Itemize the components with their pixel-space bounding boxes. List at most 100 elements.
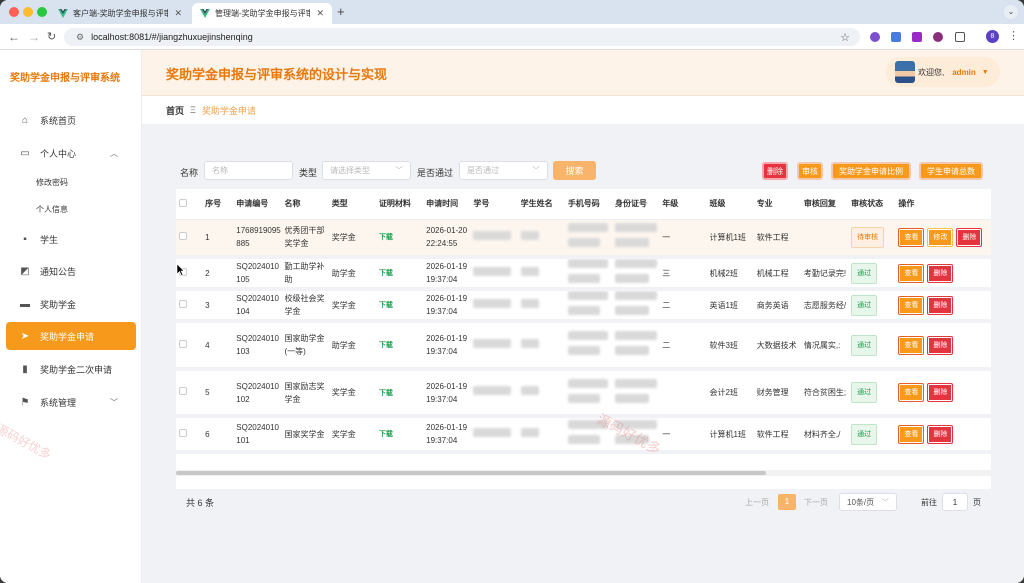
tab-search-icon[interactable]: ⌄	[1004, 5, 1018, 19]
browser-tab-admin[interactable]: 管理端-奖助学金申报与评审系统 ✕	[192, 3, 332, 24]
extensions-puzzle-icon[interactable]	[955, 32, 965, 42]
download-link[interactable]: 下载	[379, 342, 393, 349]
goto-page-input[interactable]: 1	[942, 493, 968, 511]
sidebar-item-notices[interactable]: ◩ 通知公告	[6, 257, 136, 285]
sidebar-item-students[interactable]: ▪ 学生	[6, 225, 136, 253]
welcome-text: 欢迎您,	[918, 67, 945, 77]
browser-tab-client[interactable]: 客户端-奖助学金申报与评审系统 ✕	[50, 3, 190, 24]
view-button[interactable]: 查看	[898, 263, 925, 283]
download-link[interactable]: 下载	[379, 302, 393, 309]
download-link[interactable]: 下载	[379, 234, 393, 241]
bulk-delete-button[interactable]: 删除	[762, 162, 788, 180]
cell-status: 通过	[848, 257, 896, 291]
sidebar-item-label: 学生	[40, 234, 59, 245]
pass-select[interactable]: 是否通过 ﹀	[459, 161, 548, 180]
profile-avatar[interactable]: 8	[986, 30, 999, 43]
reload-icon[interactable]: ↻	[47, 30, 56, 44]
column-header: 操作	[895, 189, 991, 220]
sidebar-item-scholarship-application[interactable]: ➤ 奖助学金申请	[6, 322, 136, 350]
cell-app-no: SQ2024010104	[233, 289, 282, 323]
delete-button[interactable]: 删除	[927, 424, 954, 444]
table-row[interactable]: 2 SQ2024010105 勤工助学补助 助学金 下载 2026-01-19 19:37…	[176, 257, 991, 291]
view-button[interactable]: 查看	[898, 295, 925, 315]
sidebar-item-system-management[interactable]: ⚑ 系统管理 ﹀	[6, 388, 136, 416]
pass-filter-label: 是否通过	[417, 168, 454, 178]
row-checkbox[interactable]	[176, 369, 203, 418]
close-tab-icon[interactable]: ✕	[316, 8, 324, 19]
search-button[interactable]: 搜索	[553, 161, 596, 180]
new-tab-button[interactable]: +	[337, 4, 345, 19]
page-1-button[interactable]: 1	[778, 494, 796, 510]
delete-button[interactable]: 删除	[956, 227, 983, 247]
sidebar-item-second-application[interactable]: ▮ 奖助学金二次申请	[6, 355, 136, 383]
download-link[interactable]: 下载	[379, 270, 393, 277]
status-badge: 通过	[851, 262, 878, 284]
extension-icon[interactable]	[933, 32, 943, 42]
scrollbar-thumb[interactable]	[176, 471, 766, 475]
row-checkbox[interactable]	[176, 416, 203, 454]
cell-class: 计算机1班	[706, 219, 754, 259]
extension-icon[interactable]	[891, 32, 901, 42]
cell-app-no: SQ2024010103	[233, 321, 282, 371]
cell-index: 3	[202, 289, 234, 323]
user-menu[interactable]: 欢迎您, admin ▼	[886, 57, 1000, 87]
table-row[interactable]: 6 SQ2024010101 国家奖学金 奖学金 下载 2026-01-19 19:37:…	[176, 416, 991, 454]
cell-status: 通过	[848, 369, 896, 418]
edit-button[interactable]: 修改	[927, 227, 954, 247]
horizontal-scrollbar[interactable]	[176, 470, 991, 476]
sidebar-item-home[interactable]: ⌂ 系统首页	[6, 106, 136, 134]
row-checkbox[interactable]	[176, 219, 203, 259]
table-row[interactable]: 5 SQ2024010102 国家励志奖学金 奖学金 下载 2026-01-19 19:3…	[176, 369, 991, 418]
browser-menu-icon[interactable]: ⋮	[1008, 29, 1019, 42]
extension-scissors-icon[interactable]	[870, 32, 880, 42]
cell-type: 助学金	[328, 321, 376, 371]
sidebar-item-personal-center[interactable]: ▭ 个人中心 ︿	[6, 139, 136, 167]
cell-actions: 查看 删除	[895, 321, 991, 371]
download-link[interactable]: 下载	[379, 431, 393, 438]
masked-value	[615, 346, 650, 355]
cell-grade: 二	[659, 289, 707, 323]
close-window-button[interactable]	[9, 7, 19, 17]
maximize-window-button[interactable]	[37, 7, 47, 17]
back-icon[interactable]: ←	[8, 30, 20, 44]
application-ratio-button[interactable]: 奖助学金申请比例	[831, 162, 911, 180]
close-tab-icon[interactable]: ✕	[174, 8, 182, 19]
download-link[interactable]: 下载	[379, 390, 393, 397]
view-button[interactable]: 查看	[898, 383, 925, 402]
delete-button[interactable]: 删除	[927, 335, 954, 355]
minimize-window-button[interactable]	[23, 7, 33, 17]
type-select[interactable]: 请选择类型 ﹀	[322, 161, 411, 180]
site-info-icon[interactable]: ⚙	[76, 32, 84, 43]
view-button[interactable]: 查看	[898, 335, 925, 355]
flag-icon: ⚑	[20, 396, 30, 408]
prev-page-button[interactable]: 上一页	[745, 497, 769, 508]
total-applications-button[interactable]: 学生申请总数	[919, 162, 983, 180]
table-row[interactable]: 1 1768919095885 优秀团干部奖学金 奖学金 下载 2026-01-20 22…	[176, 219, 991, 259]
chevron-down-icon: ﹀	[532, 166, 540, 175]
delete-button[interactable]: 删除	[927, 383, 954, 402]
extension-download-icon[interactable]	[912, 32, 922, 42]
table-row[interactable]: 3 SQ2024010104 校级社会奖学金 奖学金 下载 2026-01-19 19:3…	[176, 289, 991, 323]
cell-phone	[564, 289, 613, 323]
cell-name: 国家助学金(一等)	[281, 321, 329, 371]
forward-icon[interactable]: →	[28, 30, 40, 44]
sidebar-item-scholarships[interactable]: ▬ 奖助学金	[6, 290, 136, 318]
row-checkbox[interactable]	[176, 289, 203, 323]
name-search-input[interactable]: 名称	[204, 161, 293, 180]
row-checkbox[interactable]	[176, 321, 203, 371]
view-button[interactable]: 查看	[898, 424, 925, 444]
view-button[interactable]: 查看	[898, 227, 925, 247]
bookmark-star-icon[interactable]: ☆	[840, 31, 850, 44]
table-row[interactable]: 4 SQ2024010103 国家助学金(一等) 助学金 下载 2026-01-19 19…	[176, 321, 991, 371]
url-field[interactable]: ⚙ localhost:8081/#/jiangzhuxuejinshenqin…	[64, 28, 860, 46]
sidebar-subitem-personal-info[interactable]: 个人信息	[36, 204, 68, 215]
next-page-button[interactable]: 下一页	[804, 497, 828, 508]
page-size-select[interactable]: 10条/页 ﹀	[839, 493, 897, 511]
delete-button[interactable]: 删除	[927, 263, 954, 283]
breadcrumb-home[interactable]: 首页	[166, 104, 184, 117]
sidebar-subitem-change-password[interactable]: 修改密码	[36, 177, 68, 188]
review-button[interactable]: 审核	[797, 162, 823, 180]
delete-button[interactable]: 删除	[927, 295, 954, 315]
cell-name: 国家奖学金	[281, 416, 329, 454]
select-all-checkbox[interactable]	[176, 189, 203, 220]
